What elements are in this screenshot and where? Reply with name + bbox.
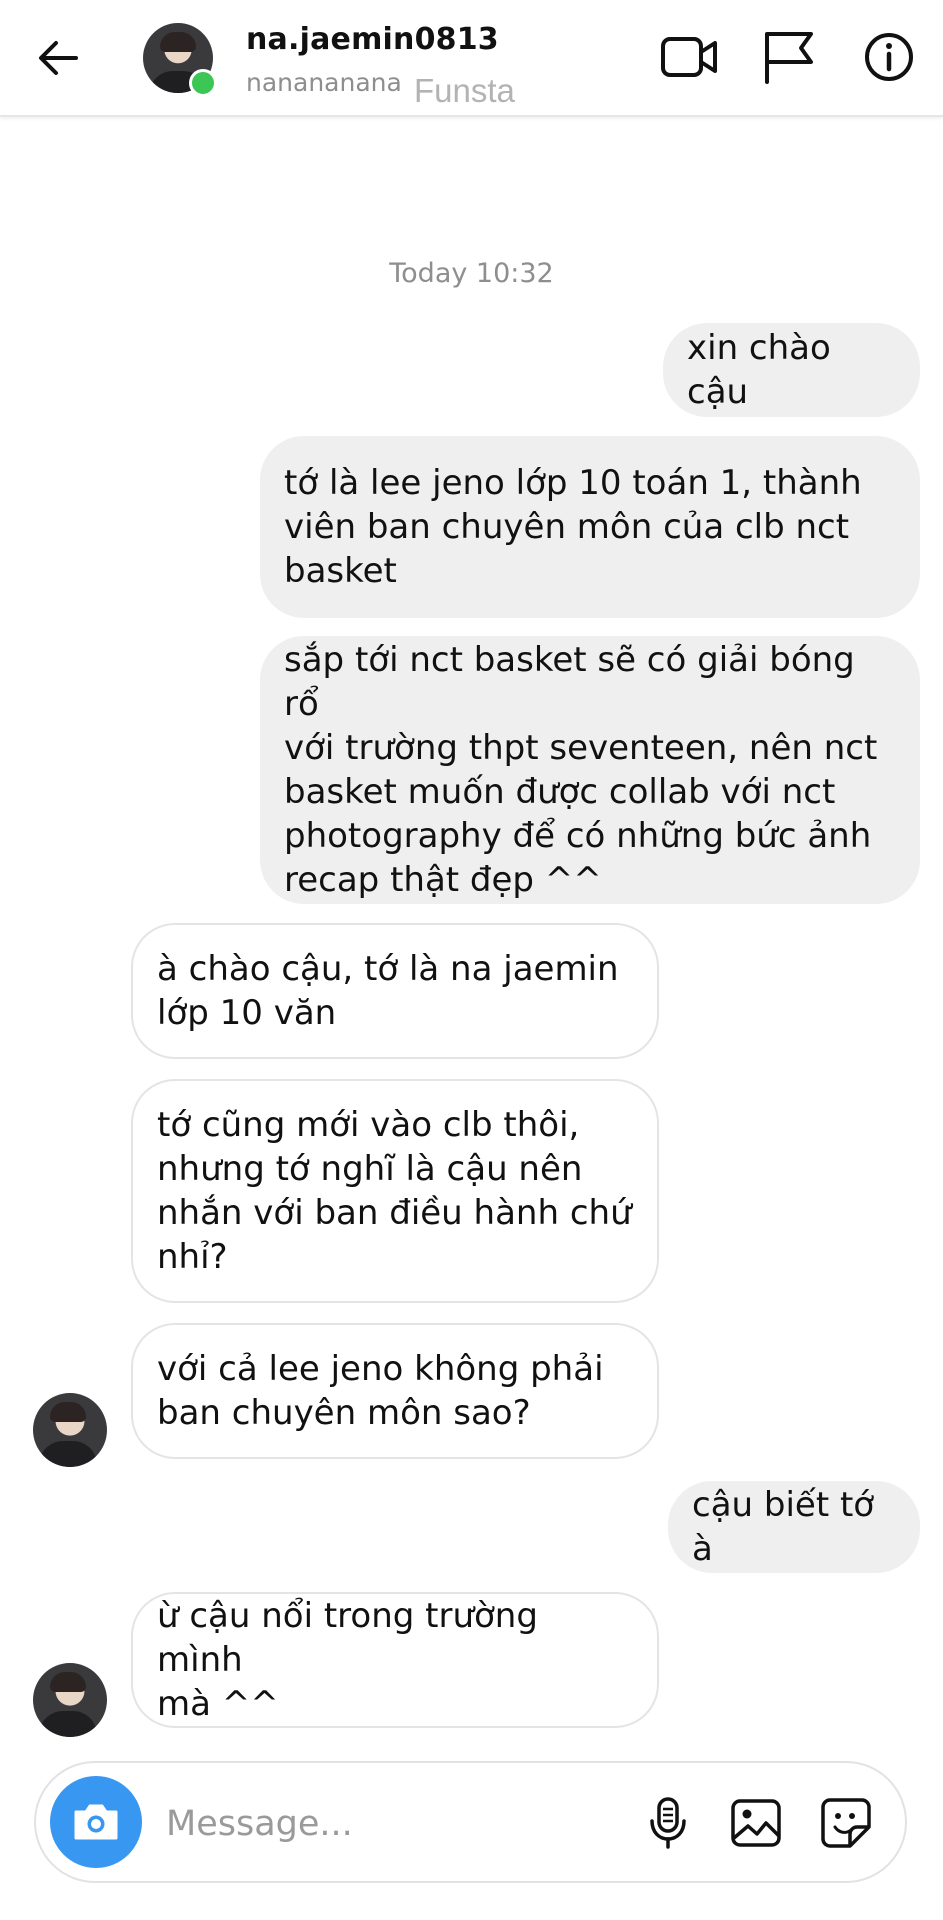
online-status-dot bbox=[189, 69, 217, 97]
message-bubble-incoming[interactable]: ừ cậu nổi trong trường mình mà ^^ bbox=[131, 1592, 659, 1728]
chat-header: na.jaemin0813 nanananana Funsta bbox=[0, 0, 943, 117]
message-bubble-incoming[interactable]: à chào cậu, tớ là na jaemin lớp 10 văn bbox=[131, 923, 659, 1059]
message-bubble-outgoing[interactable]: tớ là lee jeno lớp 10 toán 1, thành viên… bbox=[260, 436, 920, 618]
avatar bbox=[33, 1663, 107, 1737]
flag-icon bbox=[765, 32, 813, 84]
conversation-info-button[interactable] bbox=[858, 26, 920, 88]
gallery-button[interactable] bbox=[724, 1791, 788, 1855]
sender-avatar[interactable] bbox=[33, 1393, 107, 1467]
message-bubble-outgoing[interactable]: sắp tới nct basket sẽ có giải bóng rổ vớ… bbox=[260, 636, 920, 904]
message-bubble-outgoing[interactable]: xin chào cậu bbox=[663, 323, 920, 417]
profile-tag: Funsta bbox=[414, 72, 515, 109]
report-button[interactable] bbox=[758, 26, 820, 88]
message-bubble-outgoing[interactable]: cậu biết tớ à bbox=[668, 1481, 920, 1573]
microphone-icon bbox=[650, 1797, 686, 1849]
voice-message-button[interactable] bbox=[636, 1791, 700, 1855]
message-composer bbox=[34, 1761, 907, 1883]
sticker-button[interactable] bbox=[814, 1791, 878, 1855]
camera-icon bbox=[74, 1804, 118, 1840]
info-icon bbox=[865, 33, 913, 81]
chat-timestamp: Today 10:32 bbox=[389, 258, 554, 289]
back-button[interactable] bbox=[30, 30, 86, 86]
message-input[interactable] bbox=[164, 1793, 648, 1855]
profile-display-name: nanananana bbox=[246, 68, 402, 97]
sender-avatar[interactable] bbox=[33, 1663, 107, 1737]
message-bubble-incoming[interactable]: với cả lee jeno không phải ban chuyên mô… bbox=[131, 1323, 659, 1459]
arrow-left-icon bbox=[39, 41, 78, 75]
sticker-icon bbox=[821, 1798, 871, 1848]
message-bubble-incoming[interactable]: tớ cũng mới vào clb thôi, nhưng tớ nghĩ … bbox=[131, 1079, 659, 1303]
image-icon bbox=[731, 1799, 781, 1847]
video-call-button[interactable] bbox=[658, 26, 720, 88]
avatar bbox=[33, 1393, 107, 1467]
profile-username[interactable]: na.jaemin0813 bbox=[246, 22, 499, 57]
video-camera-icon bbox=[661, 37, 717, 77]
camera-button[interactable] bbox=[50, 1776, 142, 1868]
profile-avatar[interactable] bbox=[143, 23, 217, 97]
